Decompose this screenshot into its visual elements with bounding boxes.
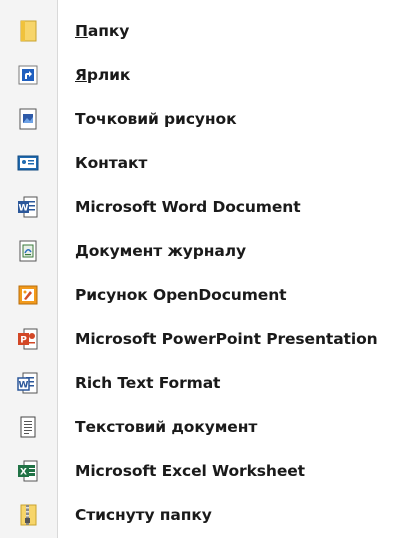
menu-item-label: Ярлик <box>75 53 130 97</box>
powerpoint-icon: P <box>17 328 39 350</box>
menu-item-word-document[interactable]: W Microsoft Word Document <box>0 185 408 229</box>
label-rest: апку <box>87 22 130 40</box>
menu-item-label: Microsoft PowerPoint Presentation <box>75 330 378 348</box>
folder-icon <box>17 20 39 42</box>
menu-item-label: Папку <box>75 9 129 53</box>
menu-item-folder[interactable]: Папку <box>0 9 408 53</box>
mnemonic-letter: Я <box>75 66 87 84</box>
zip-folder-icon <box>17 504 39 526</box>
shortcut-icon <box>17 64 39 86</box>
menu-item-rich-text[interactable]: W Rich Text Format <box>0 361 408 405</box>
menu-item-journal[interactable]: Документ журналу <box>0 229 408 273</box>
menu-item-label: Документ журналу <box>75 242 246 260</box>
menu-items: Папку Ярлик Точковий рисунок Контакт W M… <box>0 9 408 537</box>
label-rest: рлик <box>86 66 131 84</box>
menu-item-label: Текстовий документ <box>75 418 258 436</box>
opendocument-drawing-icon <box>17 284 39 306</box>
word-document-icon: W <box>17 196 39 218</box>
menu-item-excel[interactable]: X Microsoft Excel Worksheet <box>0 449 408 493</box>
svg-text:W: W <box>19 381 29 391</box>
excel-icon: X <box>17 460 39 482</box>
new-item-context-menu: Папку Ярлик Точковий рисунок Контакт W M… <box>0 0 408 538</box>
menu-item-label: Точковий рисунок <box>75 110 237 128</box>
contact-card-icon <box>17 152 39 174</box>
menu-item-bitmap[interactable]: Точковий рисунок <box>0 97 408 141</box>
menu-item-powerpoint[interactable]: P Microsoft PowerPoint Presentation <box>0 317 408 361</box>
journal-document-icon <box>17 240 39 262</box>
svg-text:P: P <box>20 336 27 346</box>
menu-item-opendocument-drawing[interactable]: Рисунок OpenDocument <box>0 273 408 317</box>
menu-item-label: Rich Text Format <box>75 374 221 392</box>
text-document-icon <box>17 416 39 438</box>
rich-text-icon: W <box>17 372 39 394</box>
svg-text:X: X <box>20 468 27 478</box>
menu-item-zip-folder[interactable]: Стиснуту папку <box>0 493 408 537</box>
menu-item-shortcut[interactable]: Ярлик <box>0 53 408 97</box>
bitmap-image-icon <box>17 108 39 130</box>
menu-item-label: Контакт <box>75 154 148 172</box>
menu-item-label: Microsoft Word Document <box>75 198 301 216</box>
menu-item-contact[interactable]: Контакт <box>0 141 408 185</box>
menu-item-label: Рисунок OpenDocument <box>75 286 287 304</box>
menu-item-label: Microsoft Excel Worksheet <box>75 462 305 480</box>
svg-text:W: W <box>19 204 29 214</box>
menu-item-label: Стиснуту папку <box>75 506 212 524</box>
menu-item-text-document[interactable]: Текстовий документ <box>0 405 408 449</box>
mnemonic-letter: П <box>75 22 88 40</box>
